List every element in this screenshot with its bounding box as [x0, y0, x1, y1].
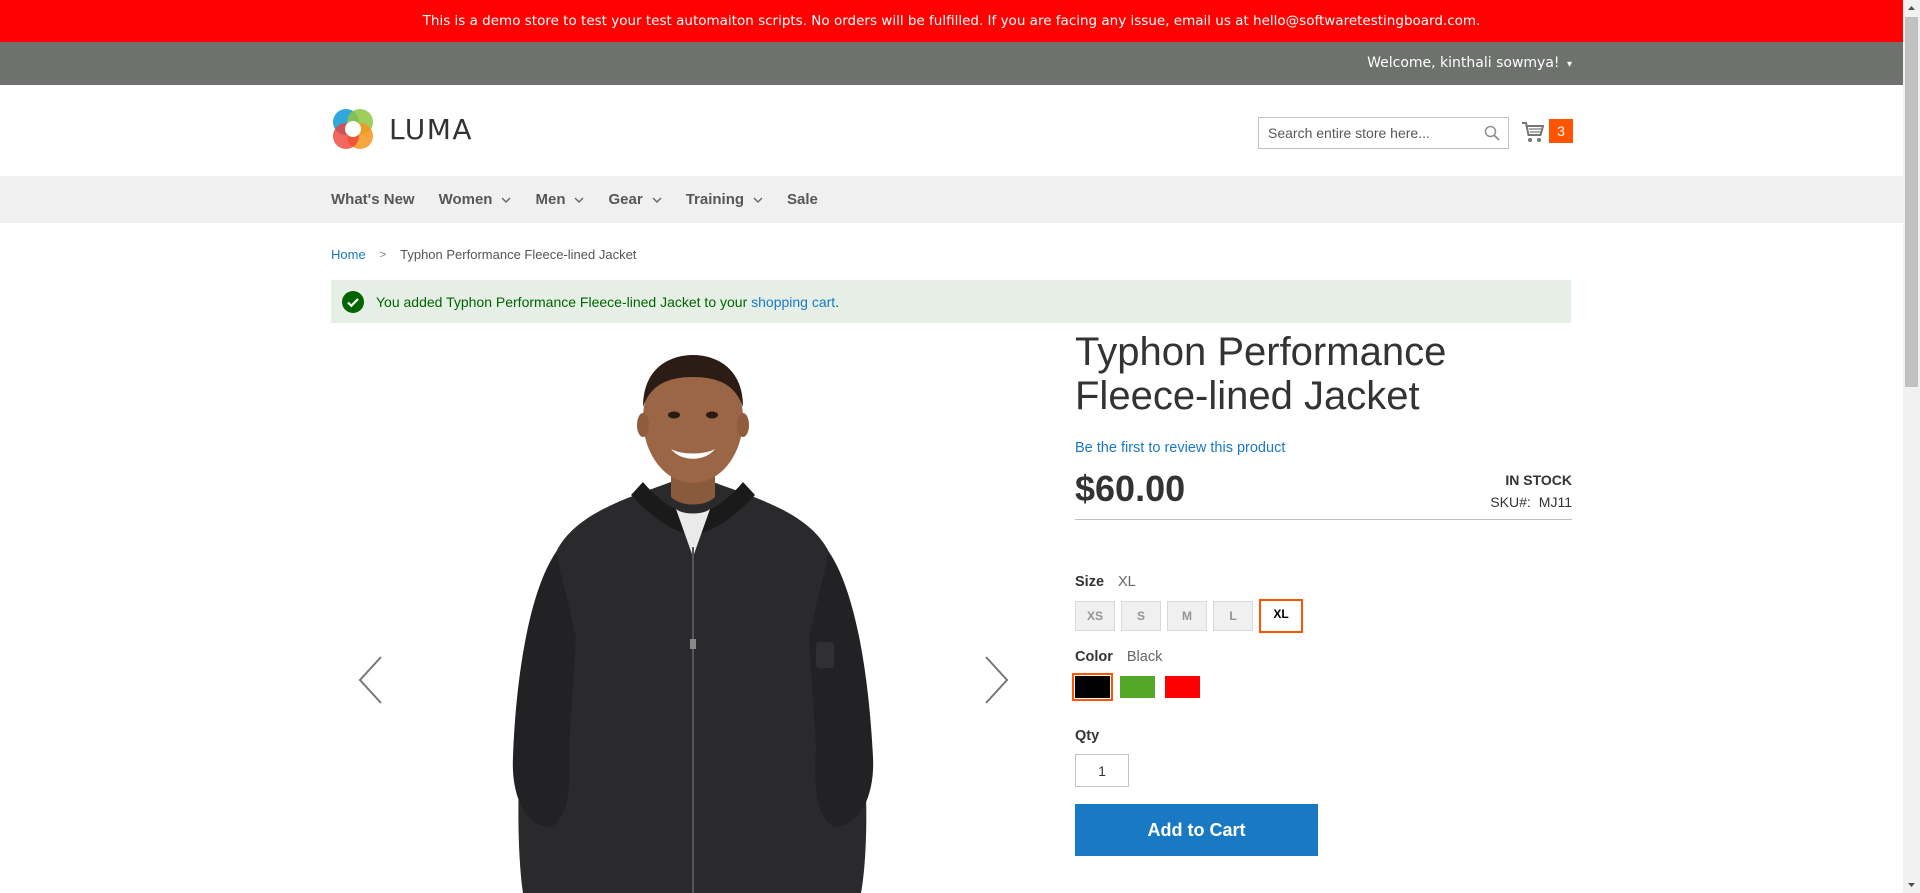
price-row: $60.00 IN STOCK SKU#: MJ11	[1075, 468, 1572, 520]
vertical-scrollbar[interactable]	[1903, 0, 1920, 893]
color-label: Color	[1075, 649, 1113, 665]
logo-text: LUMA	[389, 112, 474, 146]
product-info: Typhon Performance Fleece-lined Jacket B…	[1072, 330, 1572, 856]
breadcrumb: Home > Typhon Performance Fleece-lined J…	[331, 247, 636, 262]
chevron-down-icon	[501, 197, 511, 203]
nav-item-whats-new[interactable]: What's New	[331, 191, 415, 208]
nav-item-label: Men	[535, 191, 566, 208]
scrollbar-thumb[interactable]	[1905, 17, 1918, 387]
demo-store-banner: This is a demo store to test your test a…	[0, 0, 1903, 42]
nav-item-gear[interactable]: Gear	[608, 191, 662, 208]
sku: SKU#: MJ11	[1490, 494, 1572, 510]
nav-item-sale[interactable]: Sale	[787, 191, 818, 208]
chevron-down-icon: ▾	[1566, 59, 1572, 70]
size-swatch-s[interactable]: S	[1121, 601, 1161, 631]
breadcrumb-current: Typhon Performance Fleece-lined Jacket	[400, 247, 637, 262]
scroll-down-arrow-icon[interactable]	[1903, 876, 1920, 893]
sku-value: MJ11	[1538, 494, 1572, 510]
minicart[interactable]: 3	[1521, 119, 1573, 145]
shopping-cart-icon	[1522, 122, 1545, 142]
sku-label: SKU#:	[1490, 494, 1531, 510]
search-input[interactable]	[1259, 118, 1508, 148]
color-selected-value: Black	[1126, 649, 1163, 665]
nav-item-label: Training	[685, 191, 745, 208]
search-icon[interactable]	[1484, 125, 1500, 141]
qty-block: Qty	[1075, 728, 1572, 787]
store-logo[interactable]: LUMA	[331, 105, 479, 153]
nav-item-women[interactable]: Women	[439, 191, 512, 208]
size-swatch-l[interactable]: L	[1213, 601, 1253, 631]
product-gallery	[331, 335, 1031, 893]
color-option: Color Black	[1072, 649, 1572, 701]
message-suffix: .	[835, 293, 840, 310]
welcome-text: Welcome, kinthali sowmya!	[1367, 55, 1560, 71]
add-to-cart-button[interactable]: Add to Cart	[1075, 804, 1318, 856]
chevron-right-icon: >	[379, 248, 387, 261]
chevron-right-icon[interactable]	[984, 655, 1010, 705]
size-swatches: XS S M L XL	[1075, 599, 1572, 633]
color-swatch-green[interactable]	[1120, 676, 1155, 698]
chevron-down-icon	[574, 197, 584, 203]
scroll-up-arrow-icon[interactable]	[1903, 0, 1920, 17]
header-top-bar: Welcome, kinthali sowmya! ▾	[0, 42, 1903, 85]
color-swatch-black[interactable]	[1072, 673, 1113, 701]
shopping-cart-link[interactable]: shopping cart	[751, 294, 835, 310]
nav-item-label: Women	[438, 191, 493, 208]
chevron-left-icon[interactable]	[357, 655, 383, 705]
breadcrumb-home-link[interactable]: Home	[331, 247, 366, 262]
chevron-down-icon	[753, 197, 763, 203]
size-option: Size XL XS S M L XL	[1075, 574, 1572, 633]
product-price: $60.00	[1075, 468, 1186, 509]
luma-logo-icon	[333, 109, 373, 149]
size-swatch-m[interactable]: M	[1167, 601, 1207, 631]
customer-welcome-menu[interactable]: Welcome, kinthali sowmya! ▾	[1367, 42, 1572, 86]
success-message-text: You added Typhon Performance Fleece-line…	[376, 294, 839, 310]
message-prefix: You added Typhon Performance Fleece-line…	[376, 293, 752, 310]
product-title: Typhon Performance Fleece-lined Jacket	[1075, 330, 1447, 418]
stock-status: IN STOCK	[1505, 472, 1572, 488]
cart-count-badge: 3	[1549, 119, 1573, 143]
qty-label: Qty	[1075, 728, 1100, 744]
size-label: Size	[1075, 574, 1105, 590]
color-swatch-red[interactable]	[1165, 676, 1200, 698]
check-circle-icon	[342, 290, 364, 313]
search-box	[1258, 117, 1509, 149]
color-swatches	[1072, 673, 1572, 701]
nav-item-label: Gear	[608, 191, 643, 208]
size-swatch-xl[interactable]: XL	[1259, 599, 1303, 633]
nav-item-training[interactable]: Training	[686, 191, 763, 208]
nav-item-men[interactable]: Men	[535, 191, 584, 208]
size-swatch-xs[interactable]: XS	[1075, 601, 1115, 631]
nav-item-label: What's New	[331, 191, 415, 208]
size-selected-value: XL	[1118, 574, 1136, 590]
review-link[interactable]: Be the first to review this product	[1075, 440, 1572, 456]
page: This is a demo store to test your test a…	[0, 0, 1903, 893]
main-navigation: What's New Women Men Gear Training Sale	[0, 176, 1903, 223]
qty-input[interactable]	[1075, 754, 1129, 787]
product-image	[512, 355, 874, 893]
nav-item-label: Sale	[787, 191, 818, 208]
success-message: You added Typhon Performance Fleece-line…	[331, 280, 1571, 323]
chevron-down-icon	[652, 197, 662, 203]
